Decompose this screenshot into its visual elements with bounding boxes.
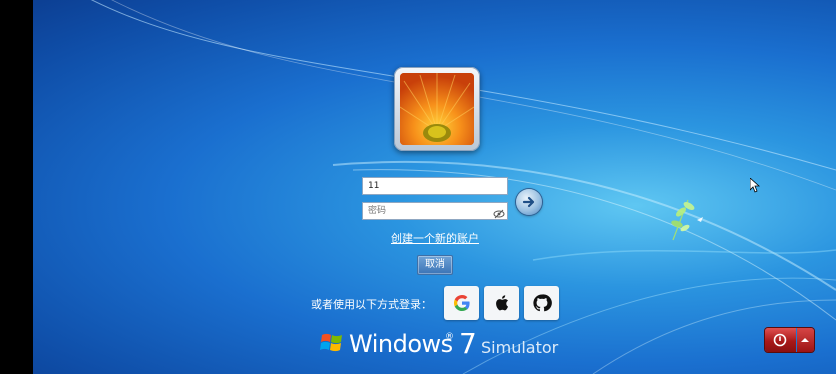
brand-version: 7: [459, 327, 477, 360]
brand-registered: ®: [445, 332, 454, 342]
google-login-button[interactable]: [444, 286, 479, 320]
left-black-bar: [0, 0, 33, 374]
alt-login-label: 或者使用以下方式登录：: [311, 298, 432, 311]
apple-login-button[interactable]: [484, 286, 519, 320]
cancel-button[interactable]: 取消: [417, 255, 453, 275]
windows-flag-icon: [320, 333, 342, 352]
mouse-cursor-icon: [750, 178, 760, 193]
shutdown-options-button[interactable]: [797, 328, 814, 352]
user-avatar: [394, 67, 480, 151]
plant-decoration: [671, 199, 703, 241]
login-screen: 创建一个新的账户 取消 或者使用以下方式登录： Windows ® 7 Simu…: [0, 0, 836, 374]
github-icon: [533, 294, 552, 312]
google-icon: [454, 295, 470, 311]
password-field[interactable]: [362, 202, 508, 220]
github-login-button[interactable]: [524, 286, 559, 320]
apple-icon: [496, 295, 508, 311]
brand-suffix: Simulator: [481, 338, 559, 357]
shutdown-button[interactable]: [765, 328, 796, 352]
power-button-group: [765, 328, 814, 352]
username-field[interactable]: [362, 177, 508, 195]
caret-up-icon: [801, 338, 809, 342]
power-icon: [773, 333, 787, 347]
brand-word: Windows: [349, 330, 453, 358]
flower-picture: [400, 73, 474, 145]
submit-arrow-button[interactable]: [516, 189, 542, 215]
eye-slash-icon[interactable]: [493, 205, 505, 219]
create-account-link[interactable]: 创建一个新的账户: [380, 230, 490, 246]
arrow-right-icon: [522, 196, 535, 208]
